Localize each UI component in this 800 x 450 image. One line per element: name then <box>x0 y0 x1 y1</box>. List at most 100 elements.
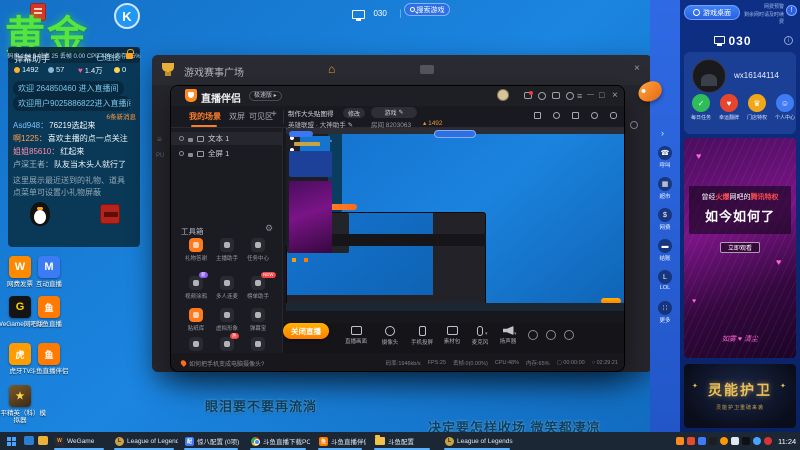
tool-anchor-helper[interactable] <box>220 238 234 252</box>
desktop-icon-douyu-companion[interactable]: 鱼 斗鱼直播伴侣 <box>30 343 69 375</box>
tool-extra-2[interactable] <box>220 337 234 351</box>
desktop-icon-douyu[interactable]: 鱼 斗鱼直播 <box>36 296 62 328</box>
eye-button[interactable] <box>546 330 556 340</box>
lock-small-icon[interactable] <box>188 137 193 142</box>
toolbar-phone-cast[interactable]: 手机投屏 <box>405 326 439 346</box>
desktop-icon-wegame[interactable]: G WeGame网吧版 <box>0 296 43 328</box>
alarm-icon[interactable]: ! <box>786 5 797 16</box>
toolbox-gear-icon[interactable]: ⚙ <box>265 224 273 233</box>
arena-titlebar[interactable]: 游戏赛事广场 ⌂ × <box>152 55 652 85</box>
k-app-badge[interactable]: K <box>114 3 140 29</box>
desktop-icon-game[interactable]: ★ 和平精英（科）模拟器 <box>0 385 46 424</box>
menu-icon[interactable]: ≡ <box>577 92 582 101</box>
lock-small-icon[interactable] <box>188 152 193 157</box>
new-message-badge[interactable]: 6条新消息 <box>106 111 136 121</box>
tool-virtual-avatar[interactable] <box>220 308 234 322</box>
game-desktop-pill[interactable]: 游戏桌面 <box>684 5 740 20</box>
tray-icon-6[interactable] <box>731 437 739 445</box>
gift-panel-icon[interactable] <box>534 112 541 119</box>
tab-visible-area[interactable]: 可见区 <box>249 111 273 122</box>
personal-center-button[interactable]: ☺ <box>776 94 794 112</box>
taskbar-item-wegame[interactable]: W WeGame <box>52 432 108 450</box>
minimize-icon[interactable]: — <box>587 91 594 98</box>
toolbar-speaker[interactable]: 扬声器 <box>491 326 525 345</box>
arena-tab[interactable] <box>420 65 434 74</box>
tool-extra-3[interactable] <box>251 337 265 351</box>
sidebar-item-checkout[interactable]: ▬ 结账 <box>650 239 680 262</box>
headset-icon[interactable] <box>538 92 546 100</box>
arena-menu-icon[interactable]: ≡ <box>157 135 162 144</box>
eye-icon[interactable] <box>179 151 184 156</box>
desktop-icon-m[interactable]: M 互动直播 <box>36 256 62 288</box>
toolbar-live-screen[interactable]: 直播画面 <box>339 326 373 345</box>
sidebar-item-market[interactable]: ▦ 超市 <box>650 177 680 200</box>
tray-icon-9[interactable] <box>764 437 772 445</box>
tool-extra-1[interactable] <box>189 337 203 351</box>
home-icon[interactable]: ⌂ <box>328 63 335 75</box>
speaker-caret[interactable]: ▾ <box>514 331 517 337</box>
taskbar-item-lol-2[interactable]: L League of Legends … <box>442 432 514 450</box>
tray-icon-5[interactable] <box>720 437 728 445</box>
tray-icon-4[interactable] <box>709 437 717 445</box>
scene-row-text[interactable]: 文本 1 <box>171 132 283 145</box>
user-avatar[interactable] <box>692 59 726 93</box>
bell-icon[interactable] <box>591 112 598 119</box>
sidebar-item-more[interactable]: ∷ 更多 <box>650 301 680 324</box>
tool-gift-thanks[interactable] <box>189 238 203 252</box>
apps-panel-icon[interactable] <box>572 112 579 119</box>
taskbar-item-douyu-config[interactable]: 斗鱼配置 <box>372 432 434 450</box>
stop-stream-button[interactable]: 关闭直播 <box>283 323 329 339</box>
close-icon[interactable]: × <box>612 91 618 101</box>
tool-multi-connect[interactable] <box>220 276 234 290</box>
tray-icon-8[interactable] <box>753 437 761 445</box>
tray-icon-2[interactable] <box>687 437 695 445</box>
scene-row-fullscreen[interactable]: 全屏 1 <box>171 147 283 160</box>
quicklaunch-icon-1[interactable] <box>24 436 34 445</box>
lock-panel-icon[interactable] <box>553 112 560 119</box>
help-line[interactable]: 如何把手机变成电脑摄像头? <box>179 359 264 368</box>
version-badge[interactable]: 极速版 ▸ <box>249 91 282 101</box>
watch-now-button[interactable]: 立即观看 <box>720 242 760 253</box>
mic-caret[interactable]: ▾ <box>485 331 488 337</box>
moments-icon[interactable] <box>524 91 533 99</box>
tab-my-scenes[interactable]: 我的场景 <box>189 111 221 122</box>
promo-poster-game[interactable]: ✦ ✦ 灵能护卫 灵能护卫重磅来袭 <box>684 364 796 428</box>
collapse-icon[interactable]: › <box>661 128 664 138</box>
layout-button[interactable] <box>528 330 538 340</box>
add-scene-button[interactable]: + <box>271 109 277 120</box>
tray-icon-3[interactable] <box>698 437 706 445</box>
taskbar-item-download[interactable]: 斗鱼直播下载PC9.0 <box>248 432 310 450</box>
start-button[interactable] <box>7 437 11 441</box>
tool-rank-helper[interactable] <box>251 276 265 290</box>
eye-icon[interactable] <box>179 136 184 141</box>
share-icon[interactable] <box>610 112 617 119</box>
arena-close-icon[interactable]: × <box>634 64 640 74</box>
quicklaunch-icon-2[interactable] <box>38 436 48 445</box>
trophy-small-icon[interactable] <box>566 92 574 100</box>
sidebar-item-call[interactable]: ☎ 呼叫 <box>650 146 680 169</box>
gallery-icon[interactable] <box>552 92 560 99</box>
info-icon[interactable]: i <box>784 36 793 45</box>
daily-task-button[interactable]: ✓ <box>692 94 710 112</box>
category-pill[interactable]: 游戏 ✎ <box>371 107 417 118</box>
taskbar-item-config[interactable]: 配 惊八配置 (0项) <box>182 432 242 450</box>
desktop-icon-w[interactable]: W 网费发票 <box>7 256 33 288</box>
tray-icon-1[interactable] <box>676 437 684 445</box>
tool-sticker-lib[interactable] <box>189 308 203 322</box>
desktop-icon-huya[interactable]: 虎 虎牙TV <box>9 343 31 375</box>
promo-edit-button[interactable]: 修改 <box>343 108 365 118</box>
live-titlebar[interactable]: 直播伴侣 极速版 ▸ ≡ — □ × <box>171 86 624 106</box>
tool-video-doodle[interactable] <box>189 276 203 290</box>
taskbar-item-lol[interactable]: L League of Legends <box>112 432 178 450</box>
taskbar-item-companion[interactable]: 鱼 斗鱼直播伴侣 <box>316 432 366 450</box>
maximize-icon[interactable]: □ <box>599 91 604 100</box>
search-button[interactable]: 搜索游戏 <box>404 3 450 16</box>
avatar[interactable] <box>497 89 509 101</box>
lucky-flip-button[interactable]: ♥ <box>720 94 738 112</box>
promo-poster-tencent[interactable]: ♥ ♥ ♥ 曾经火爆网吧的腾讯特权 如今如何了 立即观看 如雾 ♥ 清尘 <box>684 138 796 358</box>
sidebar-item-fee[interactable]: $ 网费 <box>650 208 680 231</box>
settings-button[interactable] <box>564 330 574 340</box>
tray-icon-7[interactable] <box>742 437 750 445</box>
tool-task-center[interactable] <box>251 238 265 252</box>
store-privilege-button[interactable]: ♛ <box>748 94 766 112</box>
